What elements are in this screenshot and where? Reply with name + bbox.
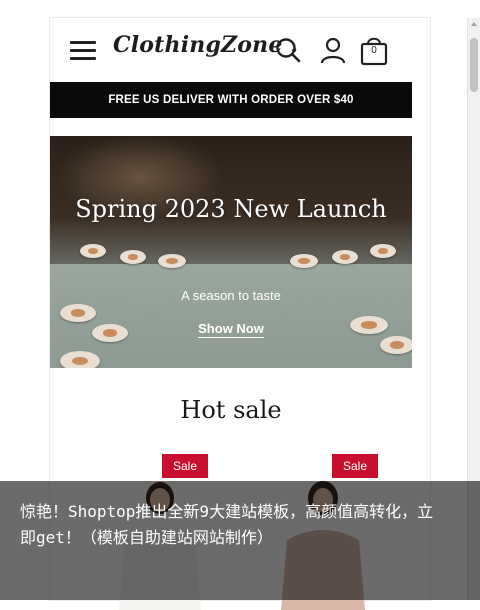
scroll-up-arrow-icon[interactable] (471, 22, 477, 26)
site-header: ClothingZone . 0 (50, 18, 412, 82)
show-now-link[interactable]: Show Now (50, 321, 412, 338)
hero-banner: Spring 2023 New Launch A season to taste… (50, 136, 412, 368)
sale-badge: Sale (162, 454, 208, 478)
site-logo[interactable]: ClothingZone . (113, 32, 298, 58)
promo-bar: FREE US DELIVER WITH ORDER OVER $40 (50, 82, 412, 118)
menu-icon[interactable] (70, 40, 96, 60)
caption-overlay: 惊艳！Shoptop推出全新9大建站模板，高颜值高转化，立即get！（模板自助建… (0, 481, 480, 600)
hero-image-dish (380, 336, 412, 354)
hot-sale-title: Hot sale (180, 396, 282, 424)
show-now-link-label[interactable]: Show Now (198, 321, 264, 338)
hero-image-dish (60, 351, 100, 368)
hero-title: Spring 2023 New Launch (75, 195, 387, 223)
hero-image-dish (290, 254, 318, 268)
hero-image-table (50, 264, 412, 368)
hero-image-dish (158, 254, 186, 268)
scrollbar-thumb[interactable] (470, 38, 478, 92)
hero-image-dish (370, 244, 396, 258)
user-icon[interactable] (318, 36, 348, 66)
cart-count-badge: 0 (371, 45, 377, 56)
hero-image-dish (80, 244, 106, 258)
shopping-bag-icon[interactable]: 0 (359, 34, 389, 66)
hero-image-dish (60, 304, 96, 322)
hero-image-dish (332, 250, 358, 264)
hero-subtitle: A season to taste (181, 288, 281, 303)
hero-image-dish (120, 250, 146, 264)
sale-badge: Sale (332, 454, 378, 478)
caption-text: 惊艳！Shoptop推出全新9大建站模板，高颜值高转化，立即get！（模板自助建… (20, 502, 434, 547)
search-icon[interactable] (274, 36, 304, 66)
